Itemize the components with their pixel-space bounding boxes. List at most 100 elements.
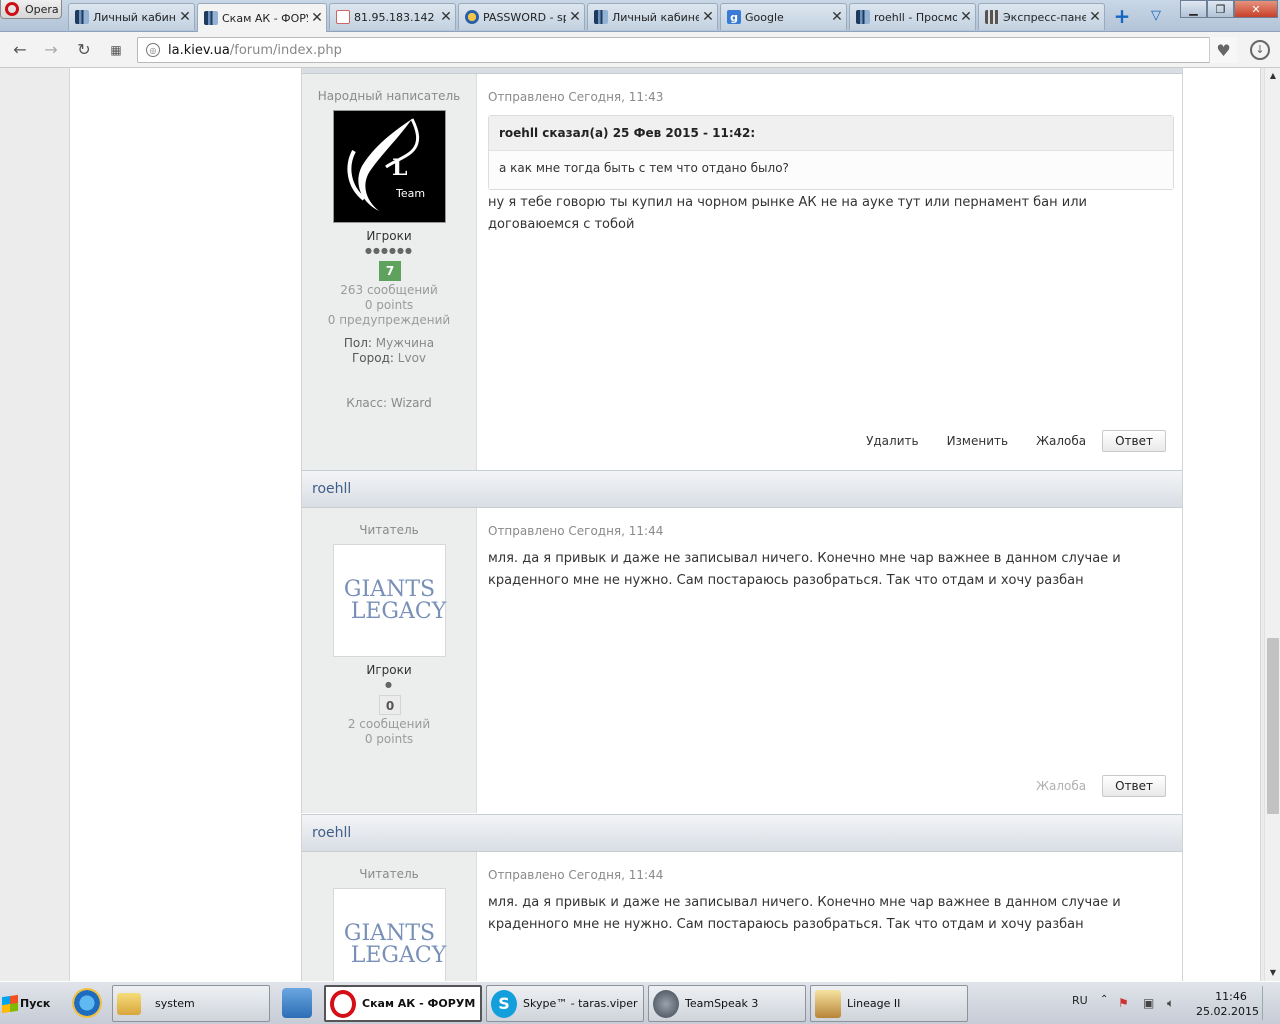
tray-expand-icon[interactable]: ⌃ <box>1100 994 1108 1005</box>
post-author-link[interactable]: roehll <box>312 481 351 497</box>
post-body: мля. да я привык и даже не записывал нич… <box>488 895 1121 932</box>
giants-legacy-logo-icon: GIANTS LEGACY <box>333 578 447 624</box>
avatar-line-2: LEGACY <box>350 598 447 624</box>
show-desktop-button[interactable] <box>1262 986 1278 1020</box>
media-player-icon[interactable] <box>282 988 312 1018</box>
points: 0 points <box>364 732 414 746</box>
avatar-line-2: LEGACY <box>350 942 447 968</box>
post-date: Отправлено Сегодня, 11:44 <box>488 524 664 538</box>
gender-value: Мужчина <box>375 336 435 350</box>
minimize-button[interactable]: ▁ <box>1180 0 1207 18</box>
delete-button[interactable]: Удалить <box>852 434 933 448</box>
tab-close-icon[interactable]: ✕ <box>1086 9 1104 25</box>
bookmark-heart-icon[interactable]: ♥ <box>1209 37 1237 63</box>
scroll-up-arrow-icon[interactable]: ▲ <box>1265 68 1280 84</box>
maximize-button[interactable]: ❐ <box>1207 0 1234 18</box>
report-button[interactable]: Жалоба <box>1022 779 1100 793</box>
start-button[interactable]: Пуск <box>2 987 54 1020</box>
tab-label: Скам АК - ФОРУ <box>222 11 308 25</box>
opera-menu-button[interactable]: Opera <box>0 0 62 19</box>
sl-team-logo-icon <box>347 118 420 211</box>
lineage-icon <box>815 989 841 1018</box>
ip-favicon-icon <box>336 10 350 24</box>
network-icon[interactable]: ▣ <box>1143 996 1157 1010</box>
forum-post: roehll Читатель GIANTS LEGACY Игроки ● 0… <box>301 470 1183 813</box>
tab-close-icon[interactable]: ✕ <box>308 10 326 26</box>
post-count: 2 сообщений <box>347 717 431 731</box>
tab-close-icon[interactable]: ✕ <box>699 9 717 25</box>
scroll-down-arrow-icon[interactable]: ▼ <box>1265 965 1280 981</box>
clock-time[interactable]: 11:46 <box>1209 990 1253 1003</box>
tab-password[interactable]: PASSWORD - sp ✕ <box>458 3 585 30</box>
reload-icon[interactable]: ↻ <box>74 40 94 60</box>
windows-taskbar: Пуск system Скам АК - ФОРУМ ... S Skype™… <box>0 981 1280 1024</box>
tab-ip-address[interactable]: 81.95.183.142 ✕ <box>329 3 456 30</box>
express-favicon-icon <box>985 10 999 24</box>
tab-lichnyi-kabinet-2[interactable]: Личный кабинет ✕ <box>587 3 718 30</box>
downloads-icon[interactable]: ↓ <box>1250 40 1270 60</box>
tab-google[interactable]: g Google ✕ <box>720 3 847 30</box>
reputation-badge: 7 <box>379 261 401 281</box>
user-avatar[interactable]: GIANTS LEGACY <box>333 544 446 657</box>
reply-button[interactable]: Ответ <box>1102 430 1166 452</box>
taskbar-item-teamspeak[interactable]: TeamSpeak 3 <box>648 985 806 1022</box>
city-value: Lvov <box>397 351 427 365</box>
tab-label: roehll - Просмот <box>874 10 957 24</box>
avatar-line-1: GIANTS <box>343 920 436 946</box>
tab-close-icon[interactable]: ✕ <box>437 9 455 25</box>
post-count: 263 сообщений <box>340 283 438 297</box>
page-scrollbar[interactable]: ▲ ▼ <box>1264 68 1280 981</box>
tab-express-panel[interactable]: Экспресс-пане ✕ <box>978 3 1105 30</box>
url-path: /forum/index.php <box>229 42 342 58</box>
user-avatar[interactable]: L Team <box>333 110 446 223</box>
taskbar-item-lineage[interactable]: Lineage II <box>810 985 968 1022</box>
user-info-pane: Читатель GIANTS LEGACY <box>302 852 477 981</box>
tab-close-icon[interactable]: ✕ <box>828 9 846 25</box>
tab-close-icon[interactable]: ✕ <box>566 9 584 25</box>
teamspeak-icon <box>653 989 679 1018</box>
language-indicator[interactable]: RU <box>1072 994 1088 1007</box>
edit-button[interactable]: Изменить <box>933 434 1023 448</box>
gender-label: Пол: <box>343 336 372 350</box>
tab-skam-ak-forum[interactable]: Скам АК - ФОРУ ✕ <box>197 3 327 32</box>
tab-close-icon[interactable]: ✕ <box>957 9 975 25</box>
clock-date[interactable]: 25.02.2015 <box>1196 1005 1259 1018</box>
reply-button[interactable]: Ответ <box>1102 775 1166 797</box>
back-arrow-icon[interactable]: ← <box>10 40 30 60</box>
class-row: Класс: Wizard <box>302 396 476 411</box>
avatar-letter: L <box>392 155 408 181</box>
windows-logo-icon <box>2 994 18 1013</box>
action-center-flag-icon[interactable]: ⚑ <box>1118 996 1132 1010</box>
taskbar-item-label: Скам АК - ФОРУМ ... <box>362 997 482 1010</box>
post-actions: Жалоба Ответ <box>1022 775 1166 797</box>
user-avatar[interactable]: GIANTS LEGACY <box>333 888 446 981</box>
quote-citation: roehll сказал(а) 25 Фев 2015 - 11:42: <box>489 116 1173 151</box>
internet-explorer-icon[interactable] <box>72 988 102 1018</box>
tab-roehll-profile[interactable]: roehll - Просмот ✕ <box>849 3 976 30</box>
post-author-link[interactable]: roehll <box>312 825 351 841</box>
volume-icon[interactable]: 🔈︎ <box>1167 996 1181 1010</box>
folder-icon <box>117 992 141 1015</box>
google-favicon-icon: g <box>727 10 741 24</box>
post-body: мля. да я привык и даже не записывал нич… <box>488 551 1121 588</box>
tab-lichnyi-kabinet-1[interactable]: Личный кабин ✕ <box>68 3 195 30</box>
taskbar-item-skype[interactable]: S Skype™ - taras.viper <box>486 985 644 1022</box>
tab-close-icon[interactable]: ✕ <box>176 9 194 25</box>
taskbar-item-opera[interactable]: Скам АК - ФОРУМ ... <box>324 985 482 1022</box>
city-row: Город: Lvov <box>302 351 476 366</box>
address-field[interactable]: ◎ la.kiev.ua/forum/index.php <box>137 37 1237 63</box>
scrollbar-thumb[interactable] <box>1267 638 1279 814</box>
site-info-icon[interactable]: ◎ <box>146 43 160 57</box>
close-window-button[interactable]: ✕ <box>1234 0 1278 18</box>
new-tab-button[interactable]: + <box>1110 6 1134 26</box>
page-viewport: Народный написатель L Team Игроки ●●●●●●… <box>0 68 1264 981</box>
tab-label: Экспресс-пане <box>1003 10 1086 24</box>
taskbar-item-system[interactable]: system <box>112 985 270 1022</box>
user-title: Читатель <box>359 867 419 881</box>
tab-label: Google <box>745 10 784 24</box>
speed-dial-grid-icon[interactable]: ▦ <box>106 40 126 60</box>
report-button[interactable]: Жалоба <box>1022 434 1100 448</box>
forward-arrow-icon[interactable]: → <box>41 40 61 60</box>
tab-menu-button[interactable]: ▽ <box>1144 6 1168 26</box>
opera-logo-icon <box>5 2 19 16</box>
